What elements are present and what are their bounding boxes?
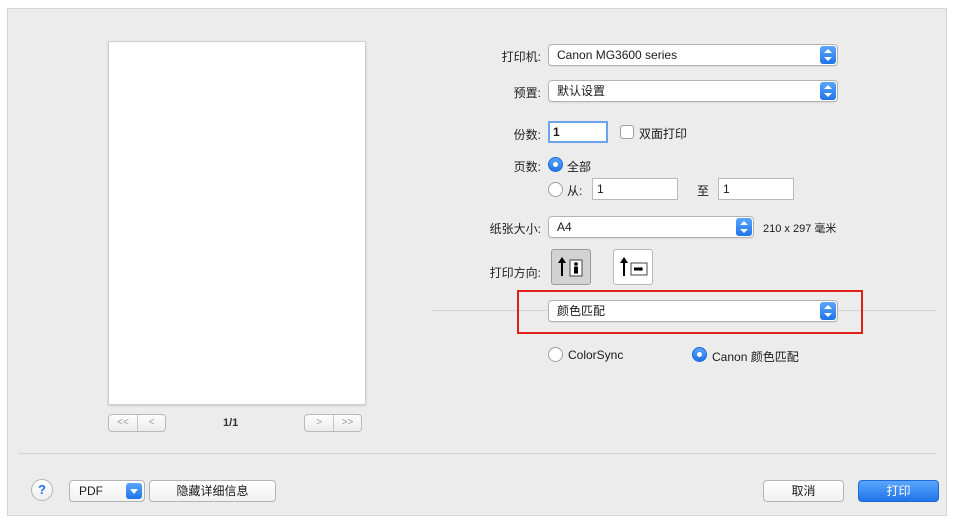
landscape-icon: [620, 257, 648, 276]
pdf-button[interactable]: PDF: [69, 480, 145, 502]
printer-popup[interactable]: Canon MG3600 series: [548, 44, 838, 66]
page-count: 1/1: [223, 417, 239, 429]
presets-value: 默认设置: [557, 84, 606, 98]
pages-from-label: 从:: [567, 184, 583, 198]
section-value: 颜色匹配: [557, 304, 606, 318]
colorsync-radio[interactable]: [548, 347, 563, 362]
chevron-down-icon: [126, 483, 142, 499]
cancel-button[interactable]: 取消: [763, 480, 844, 502]
copies-field[interactable]: 1: [548, 121, 608, 143]
section-popup[interactable]: 颜色匹配: [548, 300, 838, 322]
pages-to-label: 至: [697, 184, 710, 198]
landscape-button[interactable]: [613, 249, 653, 285]
page-nav-forward: > >>: [304, 414, 362, 432]
canon-color-matching-label: Canon 颜色匹配: [712, 350, 799, 364]
first-page-button[interactable]: <<: [109, 415, 137, 431]
pdf-label: PDF: [79, 484, 103, 498]
pages-label: 页数:: [513, 160, 541, 174]
popup-stepper-icon: [820, 82, 836, 100]
help-button[interactable]: ?: [31, 479, 53, 501]
canon-color-matching-radio[interactable]: [692, 347, 707, 362]
duplex-checkbox[interactable]: [620, 125, 634, 139]
presets-popup[interactable]: 默认设置: [548, 80, 838, 102]
duplex-label: 双面打印: [639, 127, 688, 141]
popup-stepper-icon: [820, 46, 836, 64]
page-nav-back: << <: [108, 414, 166, 432]
portrait-button[interactable]: [551, 249, 591, 285]
print-button[interactable]: 打印: [858, 480, 939, 502]
popup-stepper-icon: [820, 302, 836, 320]
last-page-button[interactable]: >>: [333, 415, 361, 431]
pages-to-field[interactable]: 1: [718, 178, 794, 200]
pages-range-radio[interactable]: [548, 182, 563, 197]
paper-dimensions: 210 x 297 毫米: [763, 223, 837, 235]
print-dialog: << < 1/1 > >> 打印机: Canon MG3600 series 预…: [7, 8, 947, 516]
copies-label: 份数:: [513, 128, 541, 142]
pages-all-radio[interactable]: [548, 157, 563, 172]
presets-label: 预置:: [513, 86, 541, 100]
printer-label: 打印机:: [501, 50, 541, 64]
colorsync-label: ColorSync: [568, 348, 624, 362]
paper-size-label: 纸张大小:: [489, 222, 541, 236]
paper-size-popup[interactable]: A4: [548, 216, 754, 238]
popup-stepper-icon: [736, 218, 752, 236]
printer-value: Canon MG3600 series: [557, 48, 678, 62]
pages-all-label: 全部: [567, 160, 592, 174]
footer-divider: [18, 453, 936, 454]
portrait-icon: [558, 257, 583, 277]
pages-from-field[interactable]: 1: [592, 178, 678, 200]
hide-details-button[interactable]: 隐藏详细信息: [149, 480, 276, 502]
paper-size-value: A4: [557, 220, 572, 234]
page-preview: [108, 41, 366, 405]
previous-page-button[interactable]: <: [137, 415, 165, 431]
orientation-label: 打印方向:: [489, 266, 541, 280]
next-page-button[interactable]: >: [305, 415, 333, 431]
